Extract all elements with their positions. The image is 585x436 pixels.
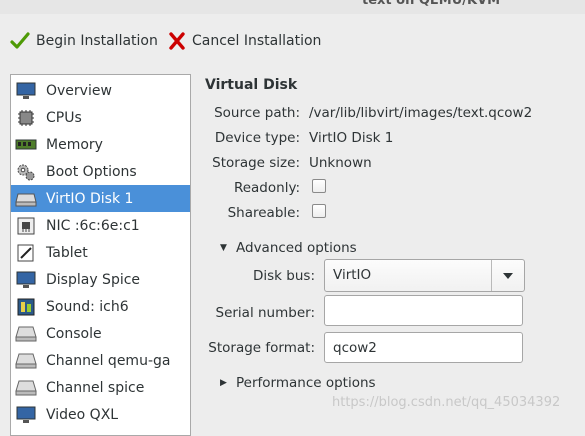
display-icon: [14, 269, 38, 291]
sidebar-item-label: CPUs: [46, 109, 82, 126]
advanced-options-label: Advanced options: [236, 240, 357, 256]
sidebar-item-label: Sound: ich6: [46, 298, 129, 315]
sidebar-item-video-qxl[interactable]: Video QXL: [11, 401, 190, 428]
sidebar-item-channel-qemu-ga[interactable]: Channel qemu-ga: [11, 347, 190, 374]
window-title: text on QEMU/KVM: [362, 0, 501, 8]
performance-options-label: Performance options: [236, 375, 376, 391]
sidebar-item-label: Console: [46, 325, 102, 342]
window-titlebar: text on QEMU/KVM: [0, 0, 585, 14]
section-heading: Virtual Disk: [205, 77, 298, 93]
details-panel: Virtual Disk Source path: /var/lib/libvi…: [205, 74, 585, 422]
toolbar: Begin Installation Cancel Installation: [0, 22, 585, 60]
dropdown-arrow-icon: [491, 260, 524, 291]
sidebar-item-label: Channel qemu-ga: [46, 352, 171, 369]
collapsed-arrow-icon: ▶: [220, 378, 227, 388]
sidebar-item-boot-options[interactable]: Boot Options: [11, 158, 190, 185]
video-icon: [14, 404, 38, 426]
sidebar-item-label: Overview: [46, 82, 112, 99]
memory-icon: [14, 134, 38, 156]
sidebar-item-label: VirtIO Disk 1: [46, 190, 134, 207]
sidebar-item-label: Tablet: [46, 244, 88, 261]
sidebar-item-tablet[interactable]: Tablet: [11, 239, 190, 266]
sidebar-item-sound[interactable]: Sound: ich6: [11, 293, 190, 320]
sidebar-item-label: Video QXL: [46, 406, 119, 423]
storage-format-input[interactable]: [324, 332, 523, 363]
sidebar-item-console[interactable]: Console: [11, 320, 190, 347]
monitor-icon: [14, 80, 38, 102]
nic-icon: [14, 215, 38, 237]
serial-number-input[interactable]: [324, 295, 523, 326]
channel-icon: [14, 377, 38, 399]
device-type-label: Device type:: [214, 130, 300, 146]
disk-bus-combo[interactable]: VirtIO: [324, 259, 525, 292]
disk-bus-value: VirtIO: [333, 267, 372, 283]
device-type-value: VirtIO Disk 1: [309, 130, 394, 146]
sidebar-item-memory[interactable]: Memory: [11, 131, 190, 158]
sidebar-item-channel-spice[interactable]: Channel spice: [11, 374, 190, 401]
cancel-installation-label: Cancel Installation: [192, 33, 322, 49]
disk-bus-label: Disk bus:: [253, 268, 315, 284]
watermark: https://blog.csdn.net/qq_45034392: [332, 395, 561, 410]
begin-installation-label: Begin Installation: [36, 33, 158, 49]
storage-format-label: Storage format:: [208, 340, 315, 356]
sidebar-item-display-spice[interactable]: Display Spice: [11, 266, 190, 293]
source-path-label: Source path:: [214, 105, 300, 121]
sidebar-item-nic[interactable]: NIC :6c:6e:c1: [11, 212, 190, 239]
readonly-label: Readonly:: [233, 180, 300, 196]
cancel-x-icon: [169, 32, 185, 50]
sidebar-item-label: Channel spice: [46, 379, 145, 396]
shareable-label: Shareable:: [227, 205, 300, 221]
console-icon: [14, 323, 38, 345]
expanded-arrow-icon: ▼: [220, 243, 227, 253]
sidebar-item-cpus[interactable]: CPUs: [11, 104, 190, 131]
begin-installation-button[interactable]: Begin Installation: [10, 30, 158, 52]
cpu-icon: [14, 107, 38, 129]
sidebar-item-label: NIC :6c:6e:c1: [46, 217, 140, 234]
hardware-list: Overview CPUs Memory Boot Options VirtIO…: [10, 74, 191, 436]
readonly-checkbox[interactable]: [312, 179, 326, 193]
sidebar-item-label: Display Spice: [46, 271, 141, 288]
channel-icon: [14, 350, 38, 372]
cancel-installation-button[interactable]: Cancel Installation: [168, 30, 321, 52]
shareable-checkbox[interactable]: [312, 204, 326, 218]
serial-number-label: Serial number:: [215, 305, 316, 321]
sidebar-item-virtio-disk[interactable]: VirtIO Disk 1: [11, 185, 190, 212]
performance-options-expander[interactable]: ▶ Performance options: [220, 375, 376, 391]
sidebar-item-label: Boot Options: [46, 163, 137, 180]
sidebar-item-overview[interactable]: Overview: [11, 77, 190, 104]
tablet-icon: [14, 242, 38, 264]
storage-size-value: Unknown: [309, 155, 372, 171]
advanced-options-expander[interactable]: ▼ Advanced options: [220, 240, 357, 256]
sidebar-item-label: Memory: [46, 136, 103, 153]
disk-icon: [14, 188, 38, 210]
storage-size-label: Storage size:: [212, 155, 300, 171]
checkmark-icon: [10, 32, 30, 49]
sound-icon: [14, 296, 38, 318]
source-path-value: /var/lib/libvirt/images/text.qcow2: [309, 105, 533, 121]
gears-icon: [14, 161, 38, 183]
